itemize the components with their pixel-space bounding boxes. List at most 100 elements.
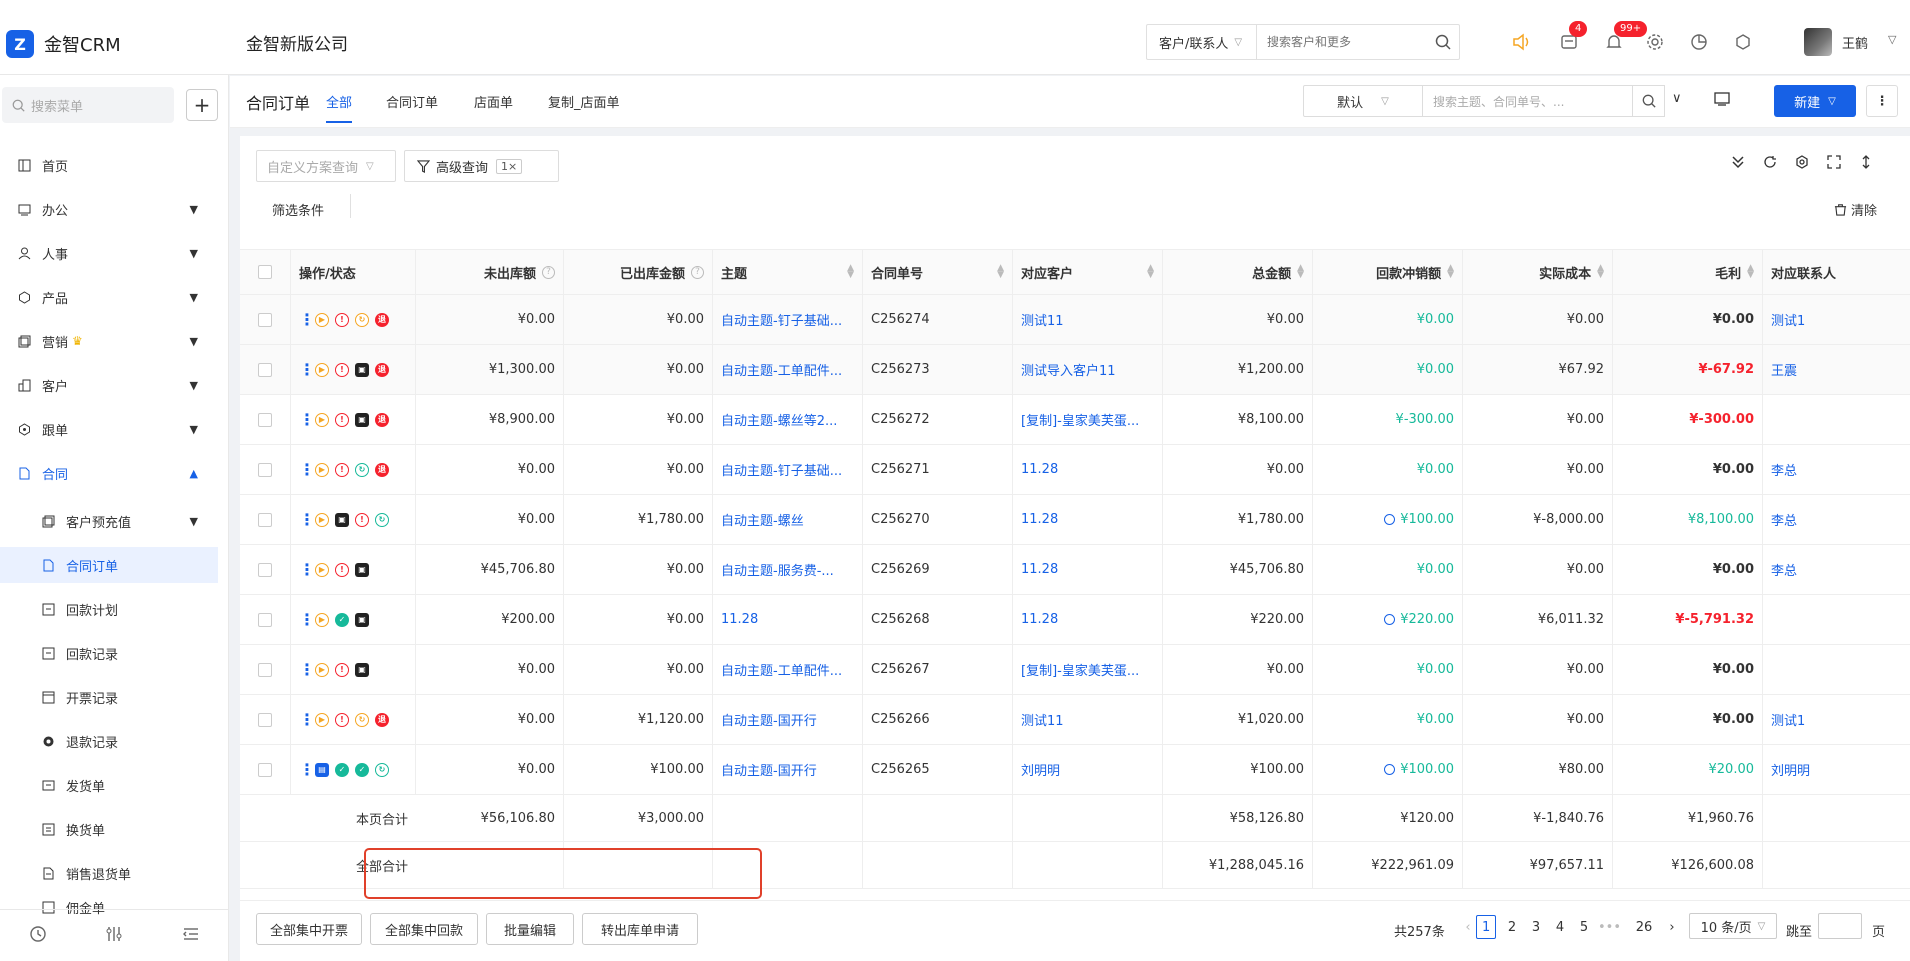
- cycle-icon[interactable]: ↻: [355, 462, 369, 477]
- warning-icon[interactable]: !: [335, 662, 349, 677]
- cell-contact-link[interactable]: [1763, 595, 1910, 644]
- status-red-icon[interactable]: 退: [375, 412, 389, 427]
- list-search-input[interactable]: 搜索主题、合同单号、...: [1423, 85, 1633, 117]
- sort-icon[interactable]: ▲ ▼: [1297, 264, 1304, 280]
- cell-customer-link[interactable]: 测试11: [1013, 695, 1163, 744]
- row-checkbox[interactable]: [258, 562, 272, 577]
- play-circle-icon[interactable]: ▶: [315, 662, 329, 677]
- gear-icon[interactable]: [1643, 30, 1667, 54]
- cell-subject-link[interactable]: 自动主题-螺丝: [713, 495, 863, 544]
- cell-subject-link[interactable]: 自动主题-螺丝等2...: [713, 395, 863, 444]
- cell-customer-link[interactable]: 11.28: [1013, 595, 1163, 644]
- status-red-icon[interactable]: 退: [375, 312, 389, 327]
- more-icon[interactable]: ⋮: [299, 760, 315, 779]
- cycle-icon[interactable]: ↻: [375, 762, 389, 777]
- chevron-down-icon[interactable]: ▽: [1888, 33, 1896, 46]
- more-icon[interactable]: ⋮: [299, 360, 315, 379]
- table-row[interactable]: ⋮ ▶ ✓ ▣ ¥200.00 ¥0.00 11.28 C256268 11.28 ¥…: [240, 595, 1910, 645]
- row-checkbox[interactable]: [258, 712, 272, 727]
- tab-contract-order[interactable]: 合同订单: [386, 92, 438, 111]
- bell-icon[interactable]: 99+: [1602, 21, 1648, 54]
- page-3[interactable]: 3: [1526, 915, 1546, 939]
- page-1[interactable]: 1: [1476, 915, 1497, 939]
- cell-customer-link[interactable]: 11.28: [1013, 545, 1163, 594]
- cell-subject-link[interactable]: 自动主题-国开行: [713, 745, 863, 794]
- more-icon[interactable]: ⋮: [299, 310, 315, 329]
- cell-subject-link[interactable]: 11.28: [713, 595, 863, 644]
- sidebar-item-contract-order[interactable]: 合同订单: [0, 547, 218, 583]
- play-circle-icon[interactable]: ▶: [315, 312, 329, 327]
- row-checkbox[interactable]: [258, 362, 272, 377]
- document-icon[interactable]: ▤: [315, 762, 329, 777]
- row-checkbox[interactable]: [258, 762, 272, 777]
- cycle-icon[interactable]: ↻: [355, 312, 369, 327]
- page-ellipsis[interactable]: •••: [1598, 915, 1621, 939]
- batch-payment-button[interactable]: 全部集中回款: [370, 913, 478, 945]
- cell-contact-link[interactable]: 李总: [1763, 545, 1910, 594]
- outbound-request-button[interactable]: 转出库单申请: [582, 913, 698, 945]
- sidebar-item-delivery[interactable]: 发货单: [0, 767, 218, 803]
- cycle-icon[interactable]: ↻: [375, 512, 389, 527]
- page-26[interactable]: 26: [1634, 915, 1654, 939]
- prev-page-icon[interactable]: ‹: [1458, 915, 1478, 939]
- col-shipped[interactable]: 已出库金额?: [564, 250, 713, 294]
- status-red-icon[interactable]: 退: [375, 712, 389, 727]
- sidebar-item-follow[interactable]: 跟单 ▼: [0, 411, 218, 447]
- warning-icon[interactable]: !: [335, 562, 349, 577]
- check-circle-icon[interactable]: ✓: [335, 762, 349, 777]
- pie-chart-icon[interactable]: [1687, 30, 1711, 54]
- table-row[interactable]: ⋮ ▶! ↻ 退 ¥0.00 ¥1,120.00 自动主题-国开行 C256266 测…: [240, 695, 1910, 745]
- sidebar-item-contract[interactable]: 合同 ▲: [0, 455, 218, 491]
- sidebar-item-exchange[interactable]: 换货单: [0, 811, 218, 847]
- col-profit[interactable]: 毛利 ▲ ▼: [1613, 250, 1763, 294]
- tab-store-order[interactable]: 店面单: [474, 92, 513, 111]
- cell-contact-link[interactable]: [1763, 645, 1910, 694]
- speaker-icon[interactable]: [1509, 30, 1533, 54]
- status-black-icon[interactable]: ▣: [355, 662, 369, 677]
- table-row[interactable]: ⋮ ▶! ▣ ¥0.00 ¥0.00 自动主题-工单配件... C256267 [复…: [240, 645, 1910, 695]
- row-checkbox[interactable]: [258, 512, 272, 527]
- warning-icon[interactable]: !: [335, 312, 349, 327]
- help-icon[interactable]: ?: [691, 265, 704, 279]
- cycle-icon[interactable]: ↻: [355, 712, 369, 727]
- tab-all[interactable]: 全部: [326, 92, 353, 123]
- advanced-query-button[interactable]: 高级查询 1×: [404, 150, 559, 182]
- cell-subject-link[interactable]: 自动主题-国开行: [713, 695, 863, 744]
- sliders-icon[interactable]: [105, 925, 123, 947]
- sort-icon[interactable]: ▲ ▼: [1597, 264, 1604, 280]
- more-icon[interactable]: ⋮: [299, 460, 315, 479]
- cell-subject-link[interactable]: 自动主题-工单配件...: [713, 645, 863, 694]
- cube-icon[interactable]: [1731, 30, 1755, 54]
- cell-contact-link[interactable]: 王震: [1763, 345, 1910, 394]
- cell-customer-link[interactable]: [复制]-皇家美芙蛋...: [1013, 395, 1163, 444]
- play-circle-icon[interactable]: ▶: [315, 612, 329, 627]
- cell-customer-link[interactable]: 刘明明: [1013, 745, 1163, 794]
- cell-customer-link[interactable]: 11.28: [1013, 445, 1163, 494]
- search-icon[interactable]: [1633, 85, 1665, 117]
- table-row[interactable]: ⋮ ▶! ↻ 退 ¥0.00 ¥0.00 自动主题-钉子基础... C256274 测…: [240, 295, 1910, 345]
- sidebar-item-payment-record[interactable]: 回款记录: [0, 635, 218, 671]
- table-row[interactable]: ⋮ ▤ ✓ ✓ ↻ ¥0.00 ¥100.00 自动主题-国开行 C256265 刘明明…: [240, 745, 1910, 795]
- check-circle-icon[interactable]: ✓: [335, 612, 349, 627]
- cell-contact-link[interactable]: 李总: [1763, 445, 1910, 494]
- status-red-icon[interactable]: 退: [375, 462, 389, 477]
- play-circle-icon[interactable]: ▶: [315, 462, 329, 477]
- more-icon[interactable]: ⋮: [1866, 85, 1898, 117]
- sidebar-item-home[interactable]: 首页: [0, 147, 218, 183]
- sidebar-item-customer[interactable]: 客户 ▼: [0, 367, 218, 403]
- more-icon[interactable]: ⋮: [299, 660, 315, 679]
- table-row[interactable]: ⋮ ▶! ↻ 退 ¥0.00 ¥0.00 自动主题-钉子基础... C256271 1…: [240, 445, 1910, 495]
- warning-icon[interactable]: !: [355, 512, 369, 527]
- col-subject[interactable]: 主题 ▲ ▼: [713, 250, 863, 294]
- more-icon[interactable]: ⋮: [299, 610, 315, 629]
- sidebar-item-refund-record[interactable]: 退款记录: [0, 723, 218, 759]
- history-icon[interactable]: [29, 925, 47, 947]
- batch-invoice-button[interactable]: 全部集中开票: [256, 913, 362, 945]
- cell-customer-link[interactable]: [复制]-皇家美芙蛋...: [1013, 645, 1163, 694]
- play-circle-icon[interactable]: ▶: [315, 362, 329, 377]
- chevron-down-icon[interactable]: ∨: [1672, 91, 1682, 106]
- avatar[interactable]: [1804, 28, 1832, 56]
- collapse-icon[interactable]: [1728, 152, 1748, 172]
- cell-contact-link[interactable]: 测试1: [1763, 295, 1910, 344]
- col-total[interactable]: 总金额 ▲ ▼: [1163, 250, 1313, 294]
